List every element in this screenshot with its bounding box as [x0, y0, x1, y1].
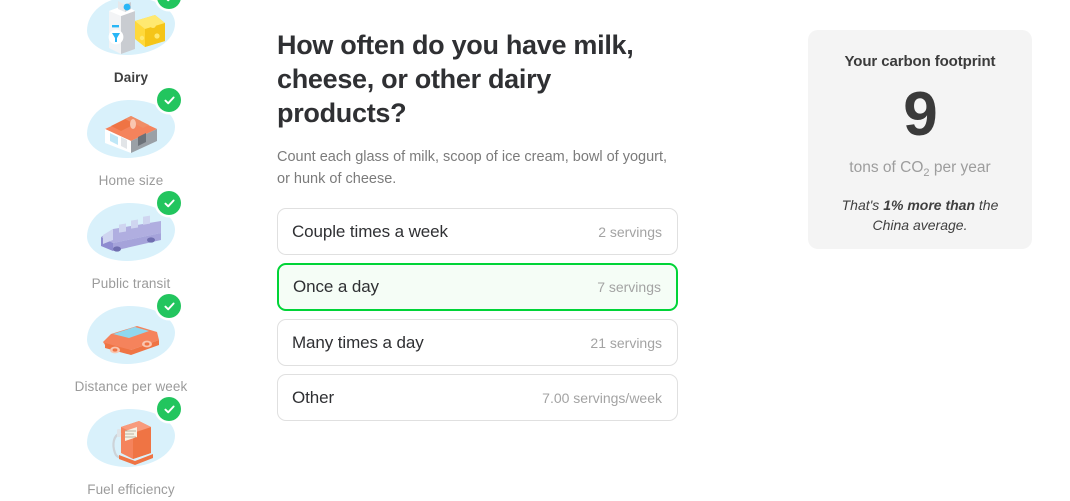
footprint-value: 9 [903, 84, 936, 146]
footprint-unit-before: tons of CO [849, 159, 923, 176]
question-description: Count each glass of milk, scoop of ice c… [277, 146, 677, 190]
option-other[interactable]: Other 7.00 servings/week [277, 374, 678, 421]
sidebar-item-fuel-efficiency[interactable]: Fuel efficiency [46, 401, 216, 497]
bus-glyph [91, 207, 171, 259]
sidebar-item-label: Dairy [114, 70, 148, 85]
sidebar-item-label: Fuel efficiency [87, 482, 175, 497]
sidebar-item-distance-per-week[interactable]: Distance per week [46, 298, 216, 394]
footprint-title: Your carbon footprint [845, 53, 996, 70]
option-label: Once a day [293, 277, 379, 297]
footprint-unit-after: per year [930, 159, 991, 176]
check-icon [157, 88, 181, 112]
house-icon [83, 92, 179, 168]
fuel-pump-glyph [95, 409, 167, 469]
comparison-prefix: That's [842, 197, 884, 213]
question-title: How often do you have milk, cheese, or o… [277, 28, 652, 130]
option-label: Other [292, 388, 334, 408]
sidebar-item-public-transit[interactable]: Public transit [46, 195, 216, 291]
house-glyph [93, 101, 169, 159]
dairy-icon [83, 0, 179, 65]
option-servings: 7 servings [597, 279, 661, 295]
category-sidebar: Other protein [0, 0, 262, 501]
option-servings: 21 servings [590, 335, 662, 351]
comparison-highlight: 1% more than [883, 197, 975, 213]
footprint-comparison: That's 1% more than the China average. [825, 195, 1015, 235]
check-icon [157, 294, 181, 318]
sidebar-item-label: Distance per week [75, 379, 188, 394]
milk-and-cheese-glyph [91, 0, 171, 59]
option-couple-times-a-week[interactable]: Couple times a week 2 servings [277, 208, 678, 255]
option-once-a-day[interactable]: Once a day 7 servings [277, 263, 678, 311]
check-icon [157, 191, 181, 215]
check-icon [157, 397, 181, 421]
bus-icon [83, 195, 179, 271]
sidebar-item-dairy[interactable]: Dairy [46, 0, 216, 85]
sidebar-item-home-size[interactable]: Home size [46, 92, 216, 188]
carbon-calculator-page: Other protein [0, 0, 1070, 501]
option-label: Couple times a week [292, 222, 448, 242]
option-servings: 2 servings [598, 224, 662, 240]
question-panel: How often do you have milk, cheese, or o… [277, 28, 697, 421]
car-icon [83, 298, 179, 374]
carbon-footprint-card: Your carbon footprint 9 tons of CO2 per … [808, 30, 1032, 249]
answer-options-list: Couple times a week 2 servings Once a da… [277, 208, 697, 421]
car-glyph [91, 310, 171, 362]
option-many-times-a-day[interactable]: Many times a day 21 servings [277, 319, 678, 366]
option-servings: 7.00 servings/week [542, 390, 662, 406]
footprint-unit: tons of CO2 per year [849, 159, 990, 179]
sidebar-item-label: Public transit [92, 276, 171, 291]
option-label: Many times a day [292, 333, 424, 353]
sidebar-item-label: Home size [99, 173, 164, 188]
fuel-pump-icon [83, 401, 179, 477]
